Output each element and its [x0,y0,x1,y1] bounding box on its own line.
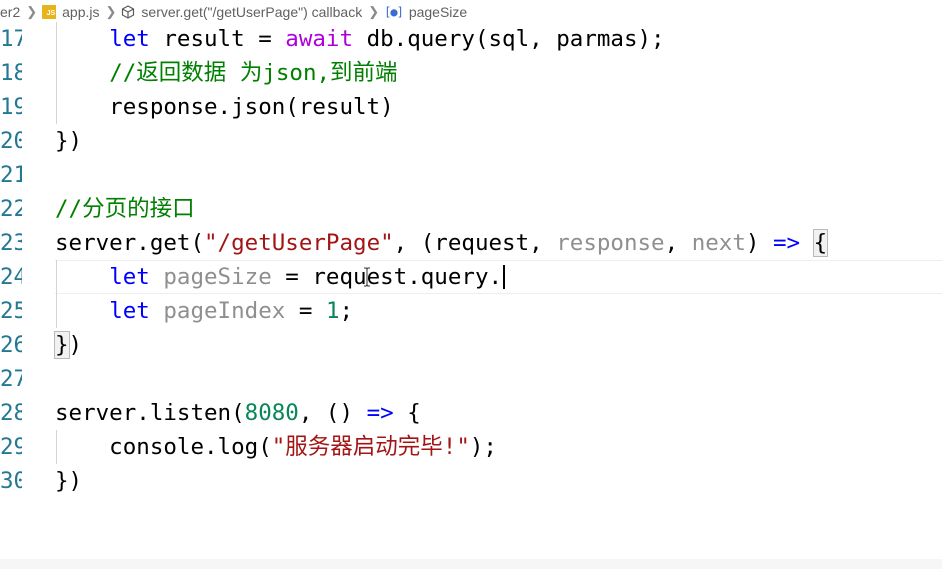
line-code: }) [55,468,83,494]
breadcrumb-file[interactable]: JS app.js [42,4,100,20]
matched-bracket: } [54,331,70,359]
line-code: //返回数据 为json,到前端 [55,56,398,90]
cube-icon [121,5,135,19]
string-token: "服务器启动完毕!" [271,434,470,460]
line-number: 30 [0,468,22,494]
line-code: server.listen(8080, () => { [55,400,421,426]
code-line[interactable]: 25 let pageIndex = 1; [0,294,942,328]
code-line[interactable]: 23 server.get("/getUserPage", (request, … [0,226,942,260]
line-code: //分页的接口 [55,196,195,222]
line-number: 20 [0,128,22,154]
text-cursor [503,265,506,289]
unused-param-token: response [556,230,665,256]
code-editor[interactable]: 17 let result = await db.query(sql, parm… [0,22,942,498]
breadcrumb: er2 ❯ JS app.js ❯ server.get("/getUserPa… [0,0,942,24]
line-code: }) [55,128,83,154]
code-line[interactable]: 21 [0,158,942,192]
line-number: 28 [0,400,22,426]
line-code: response.json(result) [55,94,394,120]
variable-icon: [●] [384,5,404,19]
number-token: 8080 [244,400,299,426]
code-line[interactable]: 18 //返回数据 为json,到前端 [0,56,942,90]
breadcrumb-symbol[interactable]: [●] pageSize [384,4,467,20]
line-number: 17 [0,26,22,52]
line-number: 24 [0,264,22,290]
code-line[interactable]: 19 response.json(result) [0,90,942,124]
line-number: 22 [0,196,22,222]
line-number: 29 [0,434,22,460]
breadcrumb-file-label: app.js [62,4,100,20]
chevron-right-icon: ❯ [368,4,380,19]
unused-variable-token: pageIndex [163,298,286,324]
line-code: let pageSize = request.query. [55,260,506,294]
keyword-token: let [109,26,150,52]
line-number: 19 [0,94,22,120]
code-line-current[interactable]: 24 let pageSize = request.query. [0,260,942,294]
code-line[interactable]: 28 server.listen(8080, () => { [0,396,942,430]
breadcrumb-folder-label: er2 [0,4,21,20]
line-code: server.get("/getUserPage", (request, res… [55,229,829,257]
code-line[interactable]: 29 console.log("服务器启动完毕!"); [0,430,942,464]
line-code: let pageIndex = 1; [109,298,354,324]
breadcrumb-function-label: server.get("/getUserPage") callback [141,4,363,20]
line-number: 25 [0,298,22,324]
unused-variable-token: pageSize [163,264,272,290]
code-line[interactable]: 30 }) [0,464,942,498]
breadcrumb-folder[interactable]: er2 [0,4,20,20]
code-line[interactable]: 17 let result = await db.query(sql, parm… [0,22,942,56]
line-code: }) [54,331,83,359]
chevron-right-icon: ❯ [26,4,38,19]
line-number: 18 [0,60,22,86]
line-number: 23 [0,230,22,256]
code-line[interactable]: 27 [0,362,942,396]
code-line[interactable]: 20 }) [0,124,942,158]
js-file-icon: JS [42,5,57,19]
line-code: console.log("服务器启动完毕!"); [55,434,497,460]
code-line[interactable]: 26 }) [0,328,942,362]
number-token: 1 [325,298,340,324]
mouse-ibeam-icon [364,267,370,287]
unused-param-token: next [691,230,746,256]
matched-bracket: { [812,229,829,257]
chevron-right-icon: ❯ [105,4,117,19]
line-code: let result = await db.query(sql, parmas)… [109,26,665,52]
string-token: "/getUserPage" [204,230,394,256]
keyword-token: let [109,298,150,324]
breadcrumb-function[interactable]: server.get("/getUserPage") callback [121,4,362,20]
keyword-token: await [285,26,354,52]
code-line[interactable]: 22 //分页的接口 [0,192,942,226]
line-number: 26 [0,332,22,358]
line-number: 21 [0,162,22,188]
keyword-token: let [109,264,150,290]
arrow-token: => [772,230,801,256]
editor-bottom-edge [0,559,942,569]
comment-token: //返回数据 为json,到前端 [109,60,398,86]
breadcrumb-symbol-label: pageSize [408,4,468,20]
line-number: 27 [0,366,22,392]
arrow-token: => [366,400,394,426]
